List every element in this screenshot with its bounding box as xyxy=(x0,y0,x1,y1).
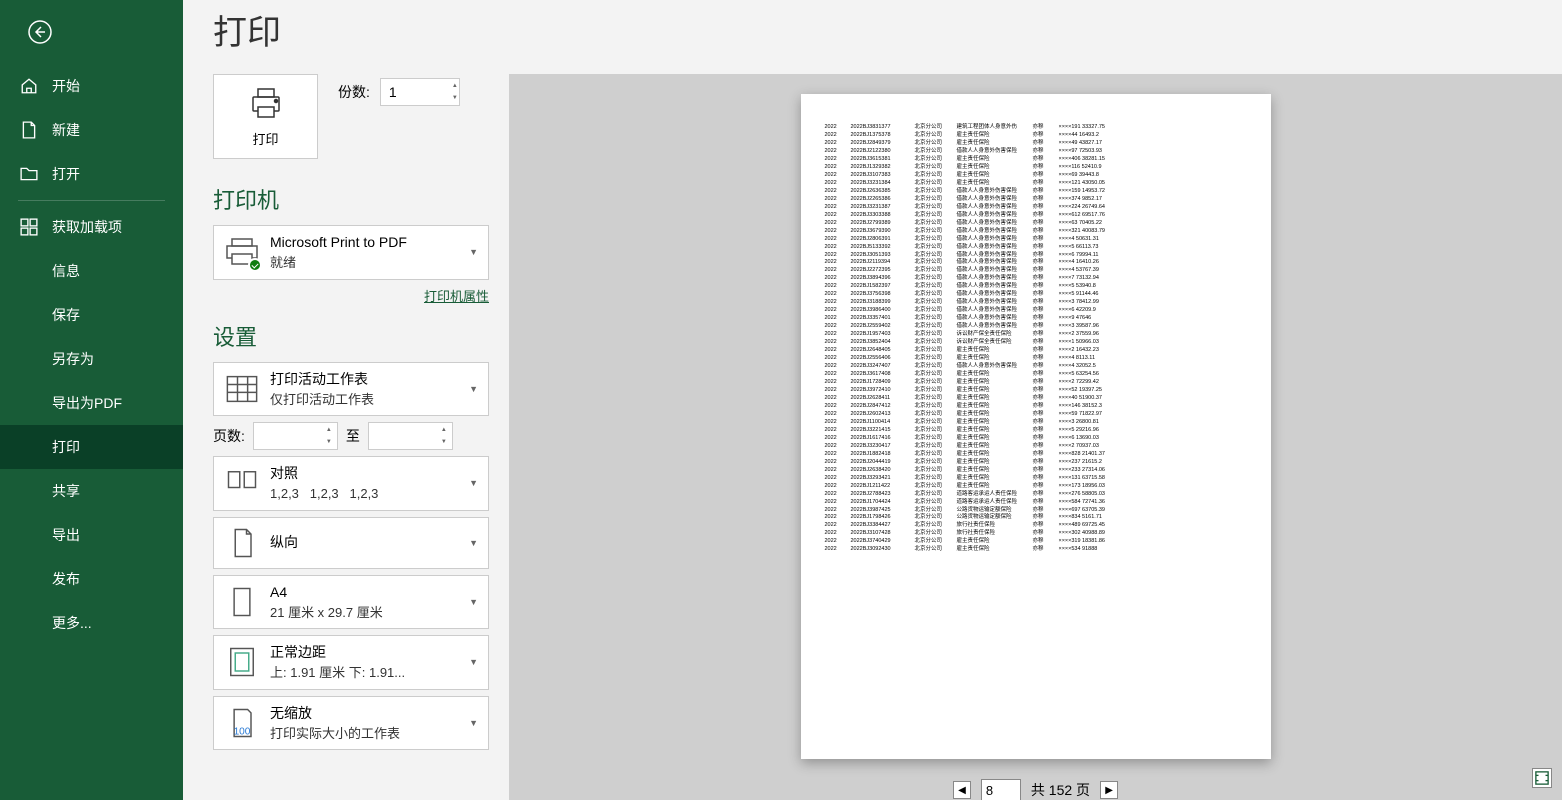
nav-label: 发布 xyxy=(52,569,80,589)
printer-device-icon xyxy=(224,234,260,270)
next-page-button[interactable]: ▶ xyxy=(1100,781,1118,799)
chevron-down-icon: ▼ xyxy=(469,657,478,667)
folder-icon xyxy=(20,165,38,183)
nav-share[interactable]: 共享 xyxy=(0,469,183,513)
total-pages-label: 共 152 页 xyxy=(1031,780,1090,800)
settings-section-title: 设置 xyxy=(213,320,489,352)
sidebar: 开始 新建 打开 获取加载项 信息 保存 另存为 导出为PDF 打印 共享 导出… xyxy=(0,0,183,800)
collate-dropdown[interactable]: 对照1,2,3 1,2,3 1,2,3 ▼ xyxy=(213,456,489,511)
portrait-icon xyxy=(224,525,260,561)
spinner-up-icon[interactable]: ▲ xyxy=(445,80,457,92)
printer-status-text: 就绪 xyxy=(270,253,469,273)
nav-label: 保存 xyxy=(52,305,80,325)
nav-publish[interactable]: 发布 xyxy=(0,557,183,601)
collate-icon xyxy=(224,465,260,501)
back-button[interactable] xyxy=(16,8,64,56)
divider xyxy=(18,200,165,201)
back-arrow-icon xyxy=(28,20,52,44)
nav-print[interactable]: 打印 xyxy=(0,425,183,469)
chevron-down-icon: ▼ xyxy=(469,538,478,548)
nav-more[interactable]: 更多... xyxy=(0,601,183,645)
home-icon xyxy=(20,77,38,95)
nav-new[interactable]: 新建 xyxy=(0,108,183,152)
printer-name: Microsoft Print to PDF xyxy=(270,232,469,253)
nav-export-pdf[interactable]: 导出为PDF xyxy=(0,381,183,425)
paper-line1: A4 xyxy=(270,582,469,603)
nav-label: 导出为PDF xyxy=(52,393,122,413)
chevron-down-icon: ▼ xyxy=(469,384,478,394)
what-line2: 仅打印活动工作表 xyxy=(270,390,469,410)
file-icon xyxy=(20,121,38,139)
nav-label: 更多... xyxy=(52,613,92,633)
nav-label: 打开 xyxy=(52,164,80,184)
addin-icon xyxy=(20,218,38,236)
nav-label: 获取加载项 xyxy=(52,217,122,237)
svg-text:100: 100 xyxy=(234,726,251,737)
fit-to-page-button[interactable] xyxy=(1532,768,1552,788)
spinner-up-icon[interactable]: ▲ xyxy=(323,424,335,436)
nav-open[interactable]: 打开 xyxy=(0,152,183,196)
nav-label: 打印 xyxy=(52,437,80,457)
nav-save[interactable]: 保存 xyxy=(0,293,183,337)
chevron-down-icon: ▼ xyxy=(469,597,478,607)
nav-home[interactable]: 开始 xyxy=(0,64,183,108)
what-line1: 打印活动工作表 xyxy=(270,369,469,390)
page-preview: 20222022BJ3831377北京分公司建筑工程团体人身意外伤亦穆××××1… xyxy=(801,94,1271,759)
print-what-dropdown[interactable]: 打印活动工作表仅打印活动工作表 ▼ xyxy=(213,362,489,417)
spinner-down-icon[interactable]: ▼ xyxy=(323,436,335,448)
nav-addins[interactable]: 获取加载项 xyxy=(0,205,183,249)
printer-section-title: 打印机 xyxy=(213,183,489,215)
chevron-down-icon: ▼ xyxy=(469,478,478,488)
margin-dropdown[interactable]: 正常边距上: 1.91 厘米 下: 1.91... ▼ xyxy=(213,635,489,690)
printer-properties-link[interactable]: 打印机属性 xyxy=(424,289,489,304)
scaling-line1: 无缩放 xyxy=(270,703,469,724)
printer-icon xyxy=(248,85,284,121)
copies-input[interactable]: 1 ▲▼ xyxy=(380,78,460,106)
scaling-icon: 100 xyxy=(224,705,260,741)
nav-export[interactable]: 导出 xyxy=(0,513,183,557)
nav-label: 信息 xyxy=(52,261,80,281)
pages-to-input[interactable]: ▲▼ xyxy=(368,422,453,450)
nav-label: 新建 xyxy=(52,120,80,140)
sheet-icon xyxy=(224,371,260,407)
paper-dropdown[interactable]: A421 厘米 x 29.7 厘米 ▼ xyxy=(213,575,489,630)
collate-line1: 对照 xyxy=(270,463,469,484)
prev-page-button[interactable]: ◀ xyxy=(953,781,971,799)
nav-label: 共享 xyxy=(52,481,80,501)
paper-icon xyxy=(224,584,260,620)
nav-label: 导出 xyxy=(52,525,80,545)
page-number-input[interactable] xyxy=(981,779,1021,800)
spinner-up-icon[interactable]: ▲ xyxy=(438,424,450,436)
nav-label: 另存为 xyxy=(52,349,94,369)
margin-icon xyxy=(224,644,260,680)
margin-line1: 正常边距 xyxy=(270,642,469,663)
copies-label: 份数: xyxy=(338,82,370,102)
scaling-line2: 打印实际大小的工作表 xyxy=(270,724,469,744)
print-button[interactable]: 打印 xyxy=(213,74,318,159)
collate-line2: 1,2,3 1,2,3 1,2,3 xyxy=(270,484,469,504)
orientation-dropdown[interactable]: 纵向 ▼ xyxy=(213,517,489,569)
chevron-down-icon: ▼ xyxy=(469,247,478,257)
chevron-down-icon: ▼ xyxy=(469,718,478,728)
paper-line2: 21 厘米 x 29.7 厘米 xyxy=(270,603,469,623)
margin-line2: 上: 1.91 厘米 下: 1.91... xyxy=(270,663,469,683)
pages-from-input[interactable]: ▲▼ xyxy=(253,422,338,450)
spinner-down-icon[interactable]: ▼ xyxy=(445,92,457,104)
nav-label: 开始 xyxy=(52,76,80,96)
copies-value: 1 xyxy=(381,84,397,100)
fit-icon xyxy=(1535,771,1549,785)
nav-saveas[interactable]: 另存为 xyxy=(0,337,183,381)
nav-info[interactable]: 信息 xyxy=(0,249,183,293)
scaling-dropdown[interactable]: 100 无缩放打印实际大小的工作表 ▼ xyxy=(213,696,489,751)
pages-to-label: 至 xyxy=(346,426,360,446)
page-title: 打印 xyxy=(213,5,1532,54)
spinner-down-icon[interactable]: ▼ xyxy=(438,436,450,448)
printer-dropdown[interactable]: Microsoft Print to PDF 就绪 ▼ xyxy=(213,225,489,280)
preview-area: 20222022BJ3831377北京分公司建筑工程团体人身意外伤亦穆××××1… xyxy=(509,74,1562,779)
print-label: 打印 xyxy=(252,129,278,148)
orientation-text: 纵向 xyxy=(270,532,469,553)
pages-label: 页数: xyxy=(213,426,245,446)
